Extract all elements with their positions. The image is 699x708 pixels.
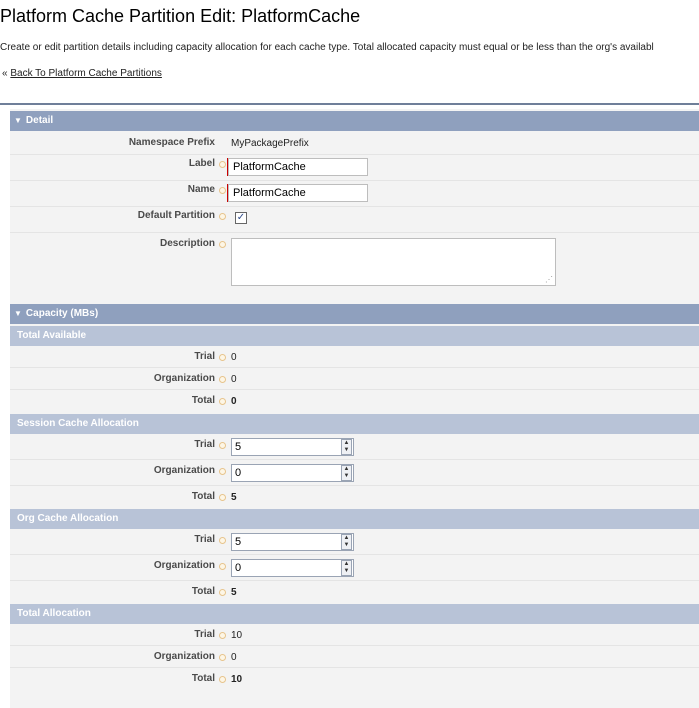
description-textarea[interactable]: ⋰: [231, 238, 556, 286]
total-label: Total: [191, 586, 215, 597]
spin-up-icon[interactable]: ▲: [342, 535, 351, 542]
total-value: 0: [231, 396, 237, 407]
organization-value: 0: [231, 374, 237, 385]
organization-value: 0: [231, 652, 237, 663]
orgcache-org-input[interactable]: 0: [231, 559, 354, 577]
section-header-capacity[interactable]: ▼ Capacity (MBs): [10, 304, 699, 324]
spin-down-icon[interactable]: ▼: [342, 568, 351, 575]
total-value: 5: [231, 587, 237, 598]
spinner-buttons[interactable]: ▲ ▼: [341, 439, 352, 455]
label-label: Label: [188, 158, 215, 169]
section-title: Detail: [25, 115, 54, 126]
total-value: 5: [231, 492, 237, 503]
help-icon[interactable]: [219, 654, 226, 661]
subsection-org-cache: Org Cache Allocation: [10, 509, 699, 529]
spinner-buttons[interactable]: ▲ ▼: [341, 465, 352, 481]
help-icon[interactable]: [219, 354, 226, 361]
help-icon[interactable]: [219, 442, 226, 449]
subsection-total-allocation: Total Allocation: [10, 604, 699, 624]
organization-label: Organization: [153, 465, 215, 476]
top-divider: [0, 103, 699, 105]
section-title: Capacity (MBs): [25, 308, 99, 319]
session-total-row: Total 5: [10, 486, 699, 508]
total-value: 10: [231, 674, 243, 685]
total-allocation-org-row: Organization 0: [10, 646, 699, 668]
default-partition-label: Default Partition: [137, 210, 215, 221]
back-prefix: «: [2, 68, 8, 79]
label-row: Label PlatformCache: [10, 155, 699, 181]
organization-label: Organization: [153, 651, 215, 662]
help-icon[interactable]: [219, 213, 226, 220]
trial-label: Trial: [194, 629, 215, 640]
spin-down-icon[interactable]: ▼: [342, 473, 351, 480]
label-input[interactable]: PlatformCache: [228, 158, 368, 176]
subsection-session-cache: Session Cache Allocation: [10, 414, 699, 434]
trial-label: Trial: [194, 534, 215, 545]
default-partition-checkbox[interactable]: ✓: [235, 212, 247, 224]
total-label: Total: [191, 673, 215, 684]
breadcrumb: « Back To Platform Cache Partitions: [2, 68, 162, 79]
section-header-detail[interactable]: ▼ Detail: [10, 111, 699, 131]
spin-down-icon[interactable]: ▼: [342, 542, 351, 549]
trial-value: 10: [231, 630, 243, 641]
help-icon[interactable]: [219, 676, 226, 683]
total-label: Total: [191, 395, 215, 406]
help-icon[interactable]: [219, 161, 226, 168]
spinner-buttons[interactable]: ▲ ▼: [341, 560, 352, 576]
session-trial-input[interactable]: 5: [231, 438, 354, 456]
name-label: Name: [187, 184, 215, 195]
help-icon[interactable]: [219, 589, 226, 596]
help-icon[interactable]: [219, 187, 226, 194]
namespace-row: Namespace Prefix MyPackagePrefix: [10, 131, 699, 155]
help-icon[interactable]: [219, 398, 226, 405]
organization-label: Organization: [153, 560, 215, 571]
spin-up-icon[interactable]: ▲: [342, 440, 351, 447]
help-icon[interactable]: [219, 468, 226, 475]
spin-up-icon[interactable]: ▲: [342, 561, 351, 568]
total-available-total-row: Total 0: [10, 390, 699, 412]
page-title: Platform Cache Partition Edit: PlatformC…: [0, 6, 361, 26]
help-icon[interactable]: [219, 632, 226, 639]
trial-label: Trial: [194, 439, 215, 450]
orgcache-total-row: Total 5: [10, 581, 699, 603]
page-description: Create or edit partition details includi…: [0, 42, 654, 53]
resize-grip-icon[interactable]: ⋰: [545, 275, 553, 284]
total-label: Total: [191, 491, 215, 502]
description-label: Description: [159, 238, 215, 249]
session-trial-row: Trial 5 ▲ ▼: [10, 434, 699, 460]
default-partition-row: Default Partition ✓: [10, 207, 699, 233]
spin-up-icon[interactable]: ▲: [342, 466, 351, 473]
session-org-row: Organization 0 ▲ ▼: [10, 460, 699, 486]
total-available-org-row: Organization 0: [10, 368, 699, 390]
subsection-total-available: Total Available: [10, 326, 699, 346]
name-input[interactable]: PlatformCache: [228, 184, 368, 202]
name-row: Name PlatformCache: [10, 181, 699, 207]
collapse-triangle-icon: ▼: [14, 309, 22, 318]
back-to-partitions-link[interactable]: Back To Platform Cache Partitions: [10, 68, 162, 79]
total-allocation-trial-row: Trial 10: [10, 624, 699, 646]
namespace-label: Namespace Prefix: [128, 137, 215, 148]
spin-down-icon[interactable]: ▼: [342, 447, 351, 454]
description-row: Description ⋰: [10, 233, 699, 291]
orgcache-org-row: Organization 0 ▲ ▼: [10, 555, 699, 581]
orgcache-trial-input[interactable]: 5: [231, 533, 354, 551]
help-icon[interactable]: [219, 494, 226, 501]
collapse-triangle-icon: ▼: [14, 116, 22, 125]
total-allocation-total-row: Total 10: [10, 668, 699, 690]
edit-panel: ▼ Detail Namespace Prefix MyPackagePrefix…: [10, 109, 699, 708]
session-org-input[interactable]: 0: [231, 464, 354, 482]
spinner-buttons[interactable]: ▲ ▼: [341, 534, 352, 550]
help-icon[interactable]: [219, 537, 226, 544]
help-icon[interactable]: [219, 563, 226, 570]
orgcache-trial-row: Trial 5 ▲ ▼: [10, 529, 699, 555]
trial-value: 0: [231, 352, 237, 363]
help-icon[interactable]: [219, 241, 226, 248]
namespace-value: MyPackagePrefix: [231, 138, 309, 149]
help-icon[interactable]: [219, 376, 226, 383]
total-available-trial-row: Trial 0: [10, 346, 699, 368]
organization-label: Organization: [153, 373, 215, 384]
trial-label: Trial: [194, 351, 215, 362]
